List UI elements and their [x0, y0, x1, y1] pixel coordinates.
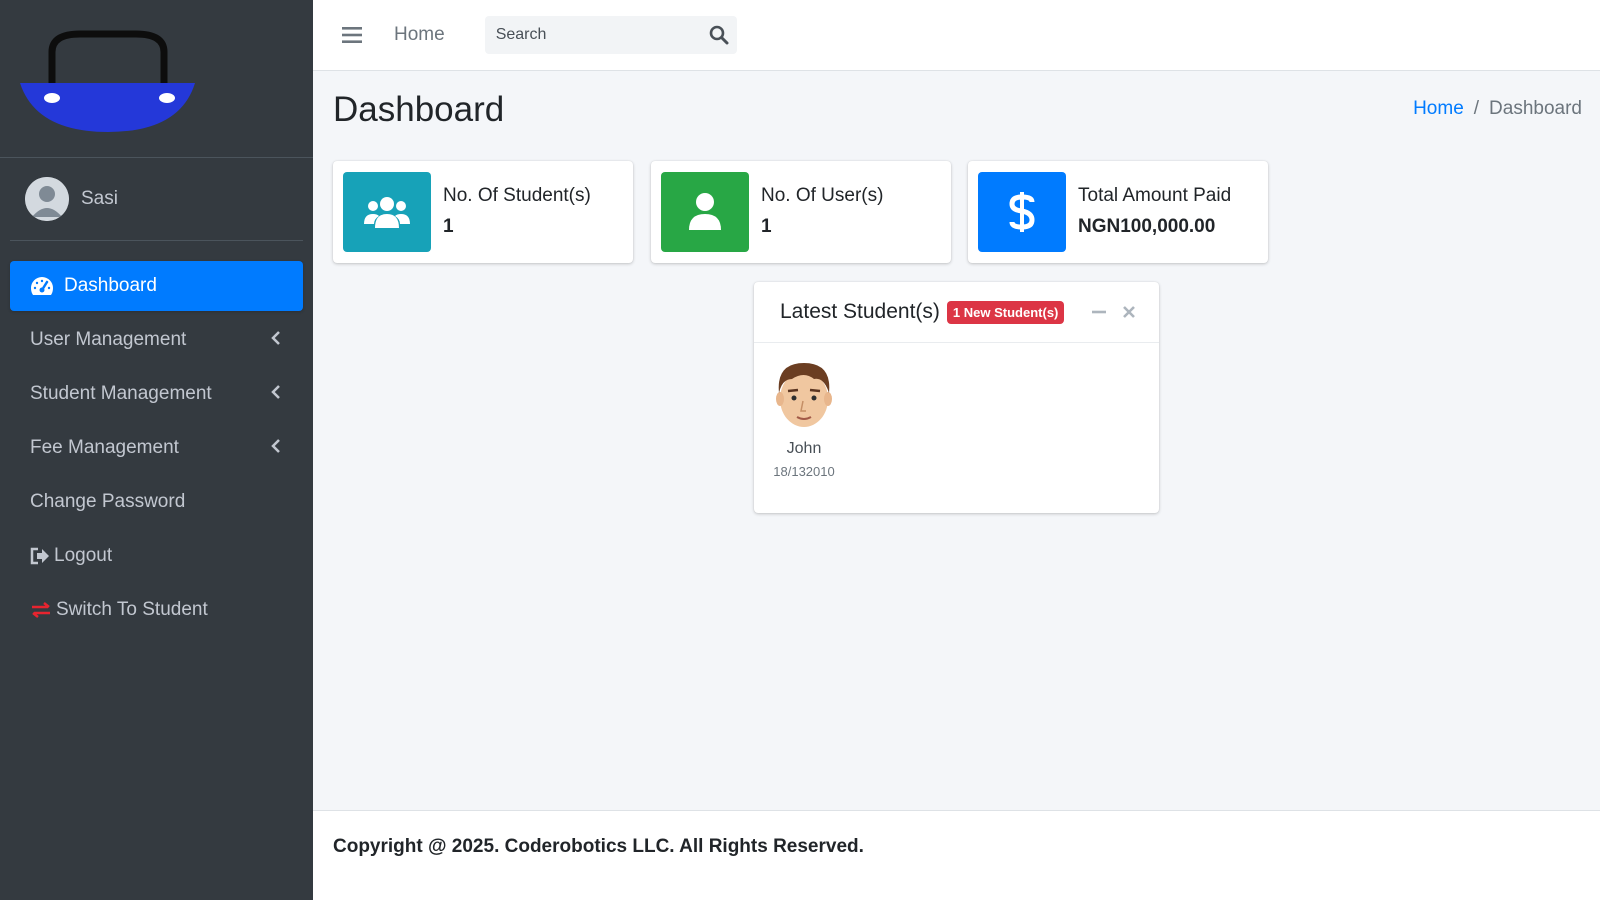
sidebar-item-logout[interactable]: Logout — [10, 531, 303, 581]
info-box-value: 1 — [443, 216, 454, 237]
card-header: Latest Student(s) 1 New Student(s) — [754, 282, 1159, 343]
sidebar-item-switch-to-student[interactable]: Switch To Student — [10, 585, 303, 635]
info-box-value: 1 — [761, 216, 772, 237]
basket-logo-icon — [20, 30, 195, 132]
user-icon — [661, 172, 749, 252]
page-title: Dashboard — [333, 90, 505, 129]
sign-out-icon — [30, 547, 50, 565]
users-icon — [343, 172, 431, 252]
user-name[interactable]: Sasi — [81, 188, 118, 210]
sidebar-item-label: Logout — [54, 545, 113, 566]
close-icon[interactable] — [1121, 304, 1137, 325]
chevron-left-icon — [271, 383, 281, 405]
info-box-users[interactable]: No. Of User(s) 1 — [651, 161, 951, 263]
sidebar-item-label: Switch To Student — [56, 599, 208, 620]
footer: Copyright @ 2025. Coderobotics LLC. All … — [313, 810, 1600, 900]
info-box-value: NGN100,000.00 — [1078, 216, 1216, 237]
info-box-amount-paid[interactable]: Total Amount Paid NGN100,000.00 — [968, 161, 1268, 263]
avatar[interactable] — [25, 177, 69, 221]
student-id: 18/132010 — [773, 464, 835, 479]
sidebar-item-label: Change Password — [30, 491, 186, 512]
latest-students-card: Latest Student(s) 1 New Student(s) John … — [754, 282, 1159, 513]
minimize-icon[interactable] — [1091, 304, 1107, 325]
exchange-icon — [30, 601, 52, 619]
sidebar-item-student-management[interactable]: Student Management — [10, 369, 303, 419]
sidebar-item-label: Dashboard — [64, 275, 157, 296]
sidebar-item-change-password[interactable]: Change Password — [10, 477, 303, 527]
chevron-left-icon — [271, 437, 281, 459]
dollar-icon — [978, 172, 1066, 252]
info-box-label: No. Of User(s) — [761, 185, 884, 206]
student-avatar — [776, 363, 832, 427]
info-box-students[interactable]: No. Of Student(s) 1 — [333, 161, 633, 263]
sidebar-nav: Dashboard User Management Student Manage… — [0, 261, 313, 635]
student-name: John — [786, 440, 822, 457]
sidebar-item-label: User Management — [30, 329, 187, 350]
copyright-text: Copyright @ 2025. Coderobotics LLC. All … — [333, 836, 864, 857]
breadcrumb-home-link[interactable]: Home — [1413, 98, 1464, 119]
top-navbar: Home — [313, 0, 1600, 71]
breadcrumb-separator: / — [1473, 98, 1480, 119]
sidebar-item-label: Student Management — [30, 383, 212, 404]
search-box — [484, 16, 737, 54]
info-box-label: No. Of Student(s) — [443, 185, 591, 206]
user-panel: Sasi — [10, 158, 303, 241]
sidebar: Sasi Dashboard User Management Student M… — [0, 0, 313, 900]
brand-logo[interactable] — [0, 0, 313, 158]
sidebar-item-fee-management[interactable]: Fee Management — [10, 423, 303, 473]
search-icon[interactable] — [709, 25, 729, 50]
sidebar-item-label: Fee Management — [30, 437, 179, 458]
student-list-item[interactable]: John 18/132010 — [772, 357, 836, 479]
search-input[interactable] — [484, 26, 695, 44]
sidebar-item-user-management[interactable]: User Management — [10, 315, 303, 365]
card-title: Latest Student(s) — [780, 300, 940, 323]
hamburger-menu-icon[interactable] — [340, 23, 364, 47]
tachometer-icon — [30, 276, 54, 296]
chevron-left-icon — [271, 329, 281, 351]
top-home-link[interactable]: Home — [394, 24, 445, 46]
breadcrumb-current: Dashboard — [1489, 98, 1582, 119]
new-students-badge: 1 New Student(s) — [946, 300, 1065, 324]
breadcrumb: Home / Dashboard — [1413, 98, 1582, 120]
info-box-label: Total Amount Paid — [1078, 185, 1232, 206]
sidebar-item-dashboard[interactable]: Dashboard — [10, 261, 303, 311]
